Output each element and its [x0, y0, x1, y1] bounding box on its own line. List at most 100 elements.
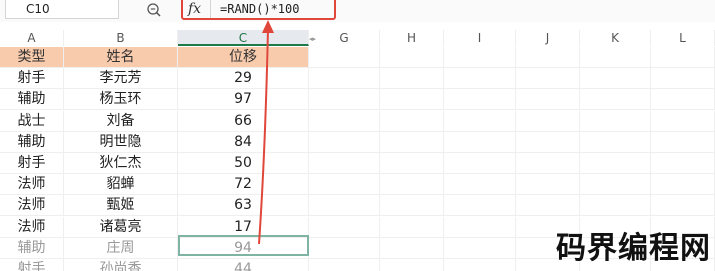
- empty-cell[interactable]: [651, 47, 715, 68]
- cell-type[interactable]: 射手: [0, 153, 64, 174]
- empty-cell[interactable]: [380, 216, 444, 238]
- empty-cell[interactable]: [380, 259, 444, 271]
- empty-cell[interactable]: [380, 131, 444, 153]
- cell-name[interactable]: 刘备: [64, 110, 178, 132]
- empty-cell[interactable]: [444, 195, 516, 217]
- cell-name[interactable]: 诸葛亮: [64, 216, 178, 238]
- empty-cell[interactable]: [516, 131, 580, 153]
- empty-cell[interactable]: [651, 68, 715, 90]
- empty-cell[interactable]: [380, 110, 444, 132]
- cell-name[interactable]: 李元芳: [64, 68, 178, 90]
- empty-cell[interactable]: [380, 89, 444, 111]
- empty-cell[interactable]: [309, 89, 380, 111]
- empty-cell[interactable]: [444, 89, 516, 111]
- formula-input[interactable]: =RAND()*100: [220, 0, 299, 18]
- empty-cell[interactable]: [651, 195, 715, 217]
- column-header-l[interactable]: L: [651, 30, 715, 46]
- cell-name[interactable]: 甄姬: [64, 195, 178, 217]
- column-header-k[interactable]: K: [580, 30, 651, 46]
- cell-name[interactable]: 貂蝉: [64, 174, 178, 196]
- empty-cell[interactable]: [380, 68, 444, 90]
- empty-cell[interactable]: [580, 47, 651, 68]
- empty-cell[interactable]: [309, 259, 380, 271]
- cell-type[interactable]: 法师: [0, 216, 64, 238]
- empty-cell[interactable]: [444, 174, 516, 196]
- empty-cell[interactable]: [651, 174, 715, 196]
- empty-cell[interactable]: [309, 110, 380, 132]
- cell-type[interactable]: 类型: [0, 47, 64, 68]
- empty-cell[interactable]: [309, 47, 380, 68]
- fx-icon[interactable]: fx: [188, 0, 201, 18]
- cell-value[interactable]: 72: [178, 174, 309, 196]
- cell-value[interactable]: 97: [178, 89, 309, 111]
- empty-cell[interactable]: [516, 110, 580, 132]
- empty-cell[interactable]: [580, 110, 651, 132]
- column-header-a[interactable]: A: [0, 30, 64, 46]
- zoom-icon[interactable]: [146, 2, 162, 18]
- empty-cell[interactable]: [651, 110, 715, 132]
- column-resize-arrows-icon[interactable]: ◂▸: [309, 35, 316, 43]
- cell-name[interactable]: 庄周: [64, 237, 178, 259]
- empty-cell[interactable]: [444, 68, 516, 90]
- empty-cell[interactable]: [380, 195, 444, 217]
- empty-cell[interactable]: [444, 216, 516, 238]
- empty-cell[interactable]: [651, 131, 715, 153]
- column-header-i[interactable]: I: [444, 30, 516, 46]
- empty-cell[interactable]: [516, 174, 580, 196]
- empty-cell[interactable]: [309, 174, 380, 196]
- cell-type[interactable]: 辅助: [0, 237, 64, 259]
- empty-cell[interactable]: [651, 153, 715, 174]
- empty-cell[interactable]: [444, 131, 516, 153]
- empty-cell[interactable]: [444, 110, 516, 132]
- empty-cell[interactable]: [516, 153, 580, 174]
- name-box[interactable]: C10: [5, 0, 119, 19]
- empty-cell[interactable]: [380, 237, 444, 259]
- empty-cell[interactable]: [444, 47, 516, 68]
- column-header-b[interactable]: B: [64, 30, 178, 46]
- cell-name[interactable]: 明世隐: [64, 131, 178, 153]
- empty-cell[interactable]: [444, 237, 516, 259]
- empty-cell[interactable]: [580, 89, 651, 111]
- empty-cell[interactable]: [309, 131, 380, 153]
- empty-cell[interactable]: [309, 68, 380, 90]
- cell-value[interactable]: 29: [178, 68, 309, 90]
- column-header-j[interactable]: J: [516, 30, 580, 46]
- column-header-g[interactable]: G: [309, 30, 380, 46]
- cell-value[interactable]: 66: [178, 110, 309, 132]
- cell-name[interactable]: 姓名: [64, 47, 178, 68]
- empty-cell[interactable]: [380, 174, 444, 196]
- cell-name[interactable]: 狄仁杰: [64, 153, 178, 174]
- cell-type[interactable]: 法师: [0, 195, 64, 217]
- empty-cell[interactable]: [444, 259, 516, 271]
- empty-cell[interactable]: [380, 47, 444, 68]
- empty-cell[interactable]: [516, 195, 580, 217]
- empty-cell[interactable]: [651, 89, 715, 111]
- empty-cell[interactable]: [516, 68, 580, 90]
- empty-cell[interactable]: [516, 47, 580, 68]
- empty-cell[interactable]: [580, 131, 651, 153]
- cell-value[interactable]: 63: [178, 195, 309, 217]
- cell-type[interactable]: 战士: [0, 110, 64, 132]
- empty-cell[interactable]: [516, 89, 580, 111]
- cell-value[interactable]: 位移: [178, 47, 309, 68]
- empty-cell[interactable]: [580, 68, 651, 90]
- empty-cell[interactable]: [380, 153, 444, 174]
- cell-type[interactable]: 法师: [0, 174, 64, 196]
- cell-type[interactable]: 射手: [0, 68, 64, 90]
- empty-cell[interactable]: [444, 153, 516, 174]
- cell-value[interactable]: 50: [178, 153, 309, 174]
- column-header-h[interactable]: H: [380, 30, 444, 46]
- cell-name[interactable]: 孙尚香: [64, 259, 178, 271]
- empty-cell[interactable]: [580, 153, 651, 174]
- empty-cell[interactable]: [580, 195, 651, 217]
- empty-cell[interactable]: [309, 237, 380, 259]
- empty-cell[interactable]: [309, 216, 380, 238]
- empty-cell[interactable]: [580, 174, 651, 196]
- empty-cell[interactable]: [309, 153, 380, 174]
- empty-cell[interactable]: [309, 195, 380, 217]
- cell-value[interactable]: 84: [178, 131, 309, 153]
- cell-value[interactable]: 44: [178, 259, 309, 271]
- column-header-c[interactable]: C: [178, 30, 309, 46]
- cell-type[interactable]: 射手: [0, 259, 64, 271]
- cell-type[interactable]: 辅助: [0, 89, 64, 111]
